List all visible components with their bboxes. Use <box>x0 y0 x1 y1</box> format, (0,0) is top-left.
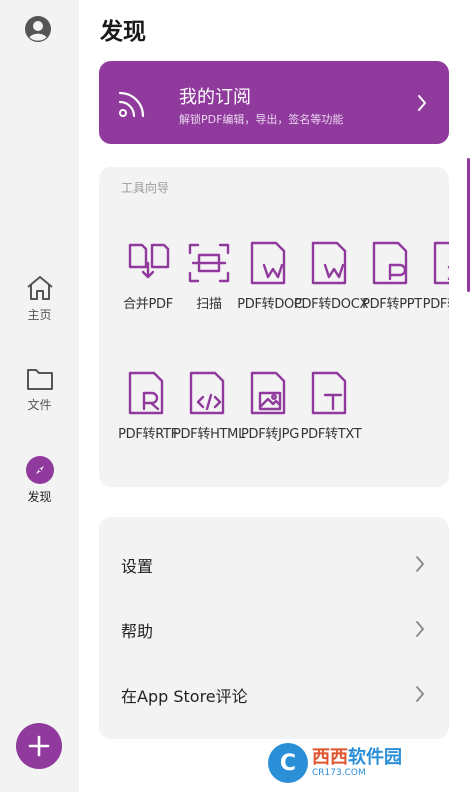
pdf-to-ppt-icon <box>372 241 408 285</box>
tool-label: PDF转XLS <box>422 297 449 312</box>
menu-item-help[interactable]: 帮助 <box>99 597 449 661</box>
chevron-right-icon <box>418 95 426 111</box>
subscription-title: 我的订阅 <box>179 87 251 108</box>
menu-item-label: 在App Store评论 <box>121 687 248 706</box>
watermark-name-a: 西西 <box>312 746 348 768</box>
subscription-description: 解锁PDF编辑，导出，签名等功能 <box>179 113 344 126</box>
sidebar-item-label: 发现 <box>27 490 52 504</box>
settings-menu: 设置 帮助 在App Store评论 <box>99 517 449 739</box>
watermark-name-b: 软件园 <box>348 746 402 768</box>
scroll-indicator <box>467 158 470 292</box>
menu-item-label: 设置 <box>121 557 154 576</box>
watermark-logo: C <box>268 743 308 783</box>
plus-icon <box>28 735 50 757</box>
pdf-to-xls-icon <box>433 241 449 285</box>
tool-pdf-to-xls[interactable]: PDF转XLS <box>422 239 449 312</box>
tool-pdf-to-txt[interactable]: PDF转TXT <box>300 369 362 442</box>
sidebar-item-label: 文件 <box>27 398 52 412</box>
page-title: 发现 <box>100 19 146 45</box>
pdf-to-docx-icon <box>311 241 347 285</box>
merge-pdf-icon <box>128 243 170 279</box>
add-button[interactable] <box>16 723 62 769</box>
account-avatar-icon[interactable] <box>24 15 52 43</box>
tools-heading: 工具向导 <box>121 181 170 195</box>
pdf-to-jpg-icon <box>250 371 286 415</box>
watermark-text: 西西软件园 CR173.COM <box>312 746 402 778</box>
chevron-right-icon <box>416 686 424 702</box>
subscription-card[interactable]: 我的订阅 解锁PDF编辑，导出，签名等功能 <box>99 61 449 144</box>
sidebar-item-home[interactable]: 主页 <box>0 274 79 323</box>
home-icon <box>26 276 53 300</box>
compass-icon <box>25 456 54 484</box>
tools-card: 工具向导 合并PDF 扫描 PDF转DOC PDF转DOCX PDF转PPT P… <box>99 167 449 487</box>
menu-item-label: 帮助 <box>121 622 154 641</box>
pdf-to-html-icon <box>189 371 225 415</box>
menu-item-settings[interactable]: 设置 <box>99 532 449 596</box>
scan-icon <box>188 243 230 283</box>
watermark-url: CR173.COM <box>312 767 366 778</box>
chevron-right-icon <box>416 621 424 637</box>
rss-icon <box>118 91 145 118</box>
sidebar: 主页 文件 发现 <box>0 0 79 792</box>
menu-item-review[interactable]: 在App Store评论 <box>99 662 449 726</box>
sidebar-item-discover[interactable]: 发现 <box>0 456 79 505</box>
sidebar-item-files[interactable]: 文件 <box>0 366 79 413</box>
pdf-to-doc-icon <box>250 241 286 285</box>
chevron-right-icon <box>416 556 424 572</box>
sidebar-item-label: 主页 <box>27 308 52 322</box>
pdf-to-rtf-icon <box>128 371 164 415</box>
pdf-to-txt-icon <box>311 371 347 415</box>
tool-label: PDF转TXT <box>300 427 362 442</box>
watermark: C 西西软件园 CR173.COM <box>268 742 458 784</box>
folder-icon <box>26 369 53 390</box>
